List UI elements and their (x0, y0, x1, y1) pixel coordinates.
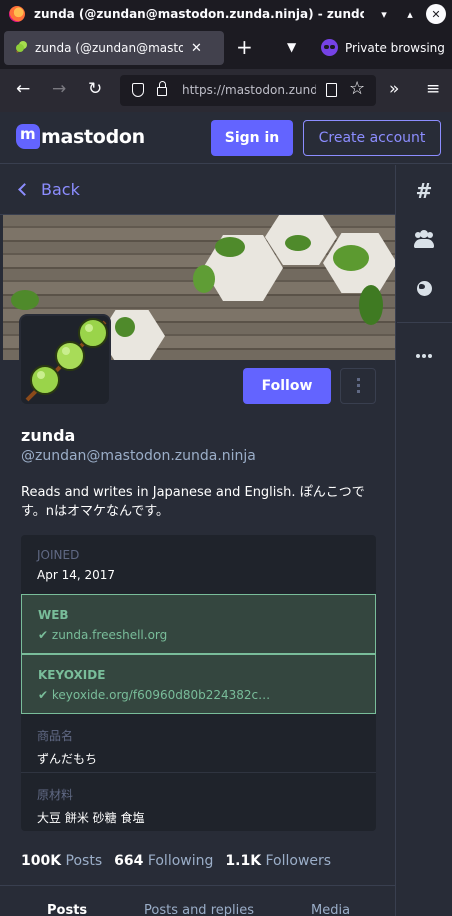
checkmark-icon: ✔ (38, 628, 49, 642)
reader-view-icon[interactable] (326, 83, 337, 97)
following-count: 664 (114, 853, 144, 869)
minimize-button[interactable]: ▾ (374, 4, 394, 24)
posts-count-link[interactable]: 100K Posts (21, 853, 102, 869)
lock-icon[interactable] (157, 81, 167, 96)
field-key: KEYOXIDE (38, 668, 106, 682)
followers-label: Followers (265, 853, 332, 869)
profile-stats: 100K Posts 664 Following 1.1K Followers (21, 853, 343, 869)
right-nav-divider (397, 322, 452, 323)
tab-close-icon[interactable]: ✕ (191, 41, 202, 56)
foliage-image-part (11, 290, 39, 310)
tab-bar: zunda (@zundan@mastodon.zunda.ninja) - z… (0, 27, 452, 69)
following-count-link[interactable]: 664 Following (114, 853, 213, 869)
url-bar[interactable]: https://mastodon.zunda.ninja/@zundan ☆ (120, 75, 376, 106)
followers-count: 1.1K (225, 853, 262, 869)
private-mask-icon (321, 39, 338, 56)
reload-icon[interactable]: ↻ (88, 79, 102, 99)
right-navigation: # (397, 165, 452, 916)
list-all-tabs-chevron-down-icon[interactable]: ▼ (287, 40, 296, 54)
field-key: 商品名 (37, 729, 74, 743)
field-value-link[interactable]: ✔ keyoxide.org/f60960d80b224382c… (38, 688, 359, 702)
url-text[interactable]: https://mastodon.zunda.ninja/@zundan (182, 83, 316, 97)
field-value: Apr 14, 2017 (37, 568, 116, 582)
checkmark-icon: ✔ (38, 688, 49, 702)
field-value-link[interactable]: ✔ zunda.freeshell.org (38, 628, 359, 642)
profile-bio: Reads and writes in Japanese and English… (21, 485, 365, 519)
foliage-image-part (333, 245, 369, 271)
tabs-divider (0, 885, 395, 886)
mastodon-logo-icon (16, 124, 40, 149)
mastodon-logo[interactable]: mastodon (16, 124, 145, 149)
sign-in-button[interactable]: Sign in (211, 120, 293, 156)
private-browsing-label: Private browsing (345, 40, 445, 55)
close-window-button[interactable]: ✕ (426, 4, 446, 24)
display-name: zunda (21, 426, 76, 445)
vertical-ellipsis-icon (356, 378, 360, 394)
dango-favicon-icon (13, 41, 27, 55)
field-value-text[interactable]: zunda.freeshell.org (52, 628, 167, 642)
follow-button[interactable]: Follow (243, 368, 331, 404)
people-icon[interactable] (412, 227, 436, 251)
account-handle: @zundan@mastodon.zunda.ninja (21, 448, 256, 464)
overflow-chevrons-icon[interactable]: » (389, 79, 399, 99)
browser-tab-active[interactable]: zunda (@zundan@mastodon.zunda.ninja) - z… (4, 31, 224, 65)
profile-menu-button[interactable] (340, 368, 376, 404)
field-web-verified: WEB ✔ zunda.freeshell.org (21, 594, 376, 654)
dango-avatar-icon (21, 316, 109, 404)
back-arrow-icon[interactable]: ← (16, 79, 30, 99)
more-icon[interactable] (412, 344, 436, 368)
maximize-button[interactable]: ▴ (400, 4, 420, 24)
tab-posts[interactable]: Posts (47, 903, 87, 916)
avatar[interactable] (19, 314, 111, 406)
firefox-icon (9, 5, 25, 22)
navigation-toolbar: ← → ↻ https://mastodon.zunda.ninja/@zund… (0, 69, 452, 112)
posts-label: Posts (65, 853, 103, 869)
field-key: 原材料 (37, 788, 74, 802)
back-button[interactable]: Back (18, 180, 80, 199)
hamburger-menu-icon[interactable]: ≡ (426, 79, 440, 99)
field-joined: JOINED Apr 14, 2017 (21, 535, 376, 594)
new-tab-button[interactable]: + (236, 35, 253, 59)
tab-posts-and-replies[interactable]: Posts and replies (144, 903, 254, 916)
back-label: Back (41, 180, 80, 199)
private-browsing-indicator: Private browsing (321, 39, 445, 56)
field-key: JOINED (37, 548, 80, 562)
foliage-image-part (285, 235, 311, 251)
window-titlebar: zunda (@zundan@mastodon.zunda.ninja) - z… (0, 0, 452, 27)
create-account-button[interactable]: Create account (303, 120, 441, 156)
forward-arrow-icon[interactable]: → (52, 79, 66, 99)
foliage-image-part (115, 317, 135, 337)
posts-count: 100K (21, 853, 62, 869)
profile-fields: JOINED Apr 14, 2017 WEB ✔ zunda.freeshel… (21, 535, 376, 831)
field-key: WEB (38, 608, 69, 622)
field-value: 大豆 餅米 砂糖 食塩 (37, 811, 145, 825)
chevron-left-icon (18, 183, 31, 196)
logo-wordmark: mastodon (41, 125, 145, 148)
tab-media[interactable]: Media (311, 903, 350, 916)
following-label: Following (147, 853, 214, 869)
followers-count-link[interactable]: 1.1K Followers (225, 853, 331, 869)
field-ingredients: 原材料 大豆 餅米 砂糖 食塩 (21, 773, 376, 831)
foliage-image-part (359, 285, 383, 325)
web-page: mastodon Sign in Create account Back (0, 112, 452, 916)
profile-column: Back Follow zunda @zundan@mastodon.zunda… (0, 165, 396, 916)
tracking-protection-shield-icon[interactable] (132, 83, 144, 97)
globe-icon[interactable] (412, 276, 436, 300)
site-header: mastodon Sign in Create account (0, 112, 452, 164)
window-title: zunda (@zundan@mastodon.zunda.ninja) - z… (34, 6, 364, 21)
field-keyoxide-verified: KEYOXIDE ✔ keyoxide.org/f60960d80b224382… (21, 654, 376, 714)
window-controls: ▾ ▴ ✕ (374, 4, 446, 24)
field-product-name: 商品名 ずんだもち (21, 714, 376, 773)
field-value: ずんだもち (37, 752, 98, 766)
tab-title: zunda (@zundan@mastodon.zunda.ninja) - z… (35, 41, 183, 55)
bookmark-star-icon[interactable]: ☆ (349, 78, 365, 99)
hashtag-icon[interactable]: # (412, 179, 436, 203)
field-value-text[interactable]: keyoxide.org/f60960d80b224382c… (52, 688, 270, 702)
foliage-image-part (215, 237, 245, 257)
foliage-image-part (193, 265, 215, 293)
